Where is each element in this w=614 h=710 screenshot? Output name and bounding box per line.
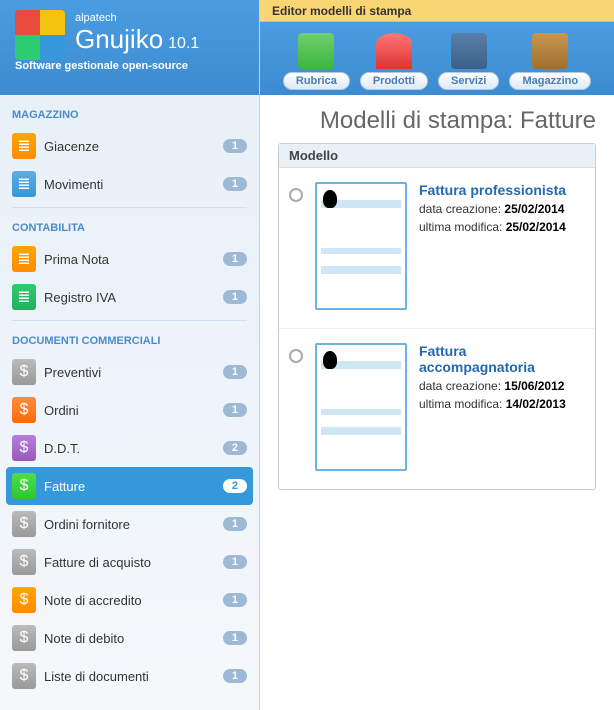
count-badge: 1 bbox=[223, 631, 247, 645]
product-version: 10.1 bbox=[168, 35, 199, 53]
count-badge: 1 bbox=[223, 403, 247, 417]
sidebar-item-movimenti[interactable]: ≣ Movimenti 1 bbox=[0, 165, 259, 203]
sidebar-item-ordini-fornitore[interactable]: $ Ordini fornitore 1 bbox=[0, 505, 259, 543]
model-info: Fattura accompagnatoria data creazione: 1… bbox=[419, 343, 585, 471]
count-badge: 1 bbox=[223, 555, 247, 569]
toolbar-label: Prodotti bbox=[360, 72, 428, 90]
dollar-icon: $ bbox=[12, 587, 36, 613]
sidebar-item-label: Fatture bbox=[44, 479, 215, 494]
dollar-icon: $ bbox=[12, 549, 36, 575]
sidebar-item-label: Fatture di acquisto bbox=[44, 555, 215, 570]
toolbar-label: Magazzino bbox=[509, 72, 591, 90]
toolbar-label: Rubrica bbox=[283, 72, 350, 90]
sidebar-item-label: Liste di documenti bbox=[44, 669, 215, 684]
sidebar-item-fatture[interactable]: $ Fatture 2 bbox=[6, 467, 253, 505]
toolbar-prodotti[interactable]: Prodotti bbox=[360, 33, 428, 90]
product-name: Gnujiko bbox=[75, 24, 163, 55]
company-name: alpatech bbox=[75, 12, 199, 24]
dollar-icon: $ bbox=[12, 625, 36, 651]
model-name[interactable]: Fattura accompagnatoria bbox=[419, 343, 585, 375]
sidebar-item-d-d-t-[interactable]: $ D.D.T. 2 bbox=[0, 429, 259, 467]
doc-icon: ≣ bbox=[12, 284, 36, 310]
sidebar-item-label: Movimenti bbox=[44, 177, 215, 192]
model-radio[interactable] bbox=[289, 349, 303, 363]
count-badge: 1 bbox=[223, 517, 247, 531]
count-badge: 1 bbox=[223, 177, 247, 191]
model-radio[interactable] bbox=[289, 188, 303, 202]
sidebar-item-giacenze[interactable]: ≣ Giacenze 1 bbox=[0, 127, 259, 165]
sidebar: alpatech Gnujiko 10.1 Software gestional… bbox=[0, 0, 260, 710]
sidebar-item-registro-iva[interactable]: ≣ Registro IVA 1 bbox=[0, 278, 259, 316]
toolbar-rubrica[interactable]: Rubrica bbox=[283, 33, 350, 90]
topbar: Editor modelli di stampa bbox=[260, 0, 614, 22]
dollar-icon: $ bbox=[12, 435, 36, 461]
model-created: data creazione: 25/02/2014 bbox=[419, 202, 566, 216]
count-badge: 1 bbox=[223, 290, 247, 304]
dollar-icon: $ bbox=[12, 663, 36, 689]
sidebar-item-prima-nota[interactable]: ≣ Prima Nota 1 bbox=[0, 240, 259, 278]
toolbar-servizi[interactable]: Servizi bbox=[438, 33, 499, 90]
tag-icon bbox=[376, 33, 412, 69]
model-name[interactable]: Fattura professionista bbox=[419, 182, 566, 198]
count-badge: 2 bbox=[223, 441, 247, 455]
count-badge: 1 bbox=[223, 593, 247, 607]
sidebar-item-preventivi[interactable]: $ Preventivi 1 bbox=[0, 353, 259, 391]
sidebar-item-fatture-di-acquisto[interactable]: $ Fatture di acquisto 1 bbox=[0, 543, 259, 581]
logo-icon bbox=[15, 10, 65, 60]
count-badge: 1 bbox=[223, 139, 247, 153]
sidebar-item-label: Note di accredito bbox=[44, 593, 215, 608]
model-created: data creazione: 15/06/2012 bbox=[419, 379, 585, 393]
model-row: Fattura professionista data creazione: 25… bbox=[279, 168, 595, 329]
sidebar-item-label: Preventivi bbox=[44, 365, 215, 380]
model-row: Fattura accompagnatoria data creazione: 1… bbox=[279, 329, 595, 489]
box-icon bbox=[532, 33, 568, 69]
sidebar-item-label: Ordini fornitore bbox=[44, 517, 215, 532]
sidebar-item-label: D.D.T. bbox=[44, 441, 215, 456]
model-list: Modello Fattura professionista data creaz… bbox=[278, 143, 596, 490]
dollar-icon: $ bbox=[12, 473, 36, 499]
sidebar-item-label: Giacenze bbox=[44, 139, 215, 154]
dollar-icon: $ bbox=[12, 397, 36, 423]
toolbar: Rubrica Prodotti Servizi Magazzino bbox=[260, 22, 614, 95]
count-badge: 1 bbox=[223, 252, 247, 266]
section-title: DOCUMENTI COMMERCIALI bbox=[0, 325, 259, 353]
sidebar-item-label: Prima Nota bbox=[44, 252, 215, 267]
sidebar-item-ordini[interactable]: $ Ordini 1 bbox=[0, 391, 259, 429]
address-book-icon bbox=[298, 33, 334, 69]
model-modified: ultima modifica: 25/02/2014 bbox=[419, 220, 566, 234]
sidebar-item-label: Note di debito bbox=[44, 631, 215, 646]
dollar-icon: $ bbox=[12, 511, 36, 537]
count-badge: 1 bbox=[223, 669, 247, 683]
tagline: Software gestionale open-source bbox=[15, 60, 244, 72]
app-header: alpatech Gnujiko 10.1 Software gestional… bbox=[0, 0, 259, 95]
model-thumbnail[interactable] bbox=[315, 182, 407, 310]
model-info: Fattura professionista data creazione: 25… bbox=[419, 182, 566, 310]
content-area: Modelli di stampa: Fatture Modello Fattu… bbox=[260, 95, 614, 710]
toolbar-magazzino[interactable]: Magazzino bbox=[509, 33, 591, 90]
dollar-icon: $ bbox=[12, 359, 36, 385]
sidebar-item-label: Ordini bbox=[44, 403, 215, 418]
count-badge: 2 bbox=[223, 479, 247, 493]
page-title: Modelli di stampa: Fatture bbox=[278, 107, 596, 135]
model-list-header: Modello bbox=[279, 144, 595, 168]
toolbar-label: Servizi bbox=[438, 72, 499, 90]
model-modified: ultima modifica: 14/02/2013 bbox=[419, 397, 585, 411]
doc-icon: ≣ bbox=[12, 246, 36, 272]
sidebar-item-liste-di-documenti[interactable]: $ Liste di documenti 1 bbox=[0, 657, 259, 695]
section-title: MAGAZZINO bbox=[0, 99, 259, 127]
doc-icon: ≣ bbox=[12, 171, 36, 197]
model-thumbnail[interactable] bbox=[315, 343, 407, 471]
count-badge: 1 bbox=[223, 365, 247, 379]
doc-icon: ≣ bbox=[12, 133, 36, 159]
toolbox-icon bbox=[451, 33, 487, 69]
section-title: CONTABILITA bbox=[0, 212, 259, 240]
topbar-title: Editor modelli di stampa bbox=[272, 4, 411, 18]
sidebar-item-label: Registro IVA bbox=[44, 290, 215, 305]
sidebar-item-note-di-debito[interactable]: $ Note di debito 1 bbox=[0, 619, 259, 657]
sidebar-item-note-di-accredito[interactable]: $ Note di accredito 1 bbox=[0, 581, 259, 619]
sidebar-nav: MAGAZZINO ≣ Giacenze 1 ≣ Movimenti 1 CONTABILIT… bbox=[0, 95, 259, 699]
